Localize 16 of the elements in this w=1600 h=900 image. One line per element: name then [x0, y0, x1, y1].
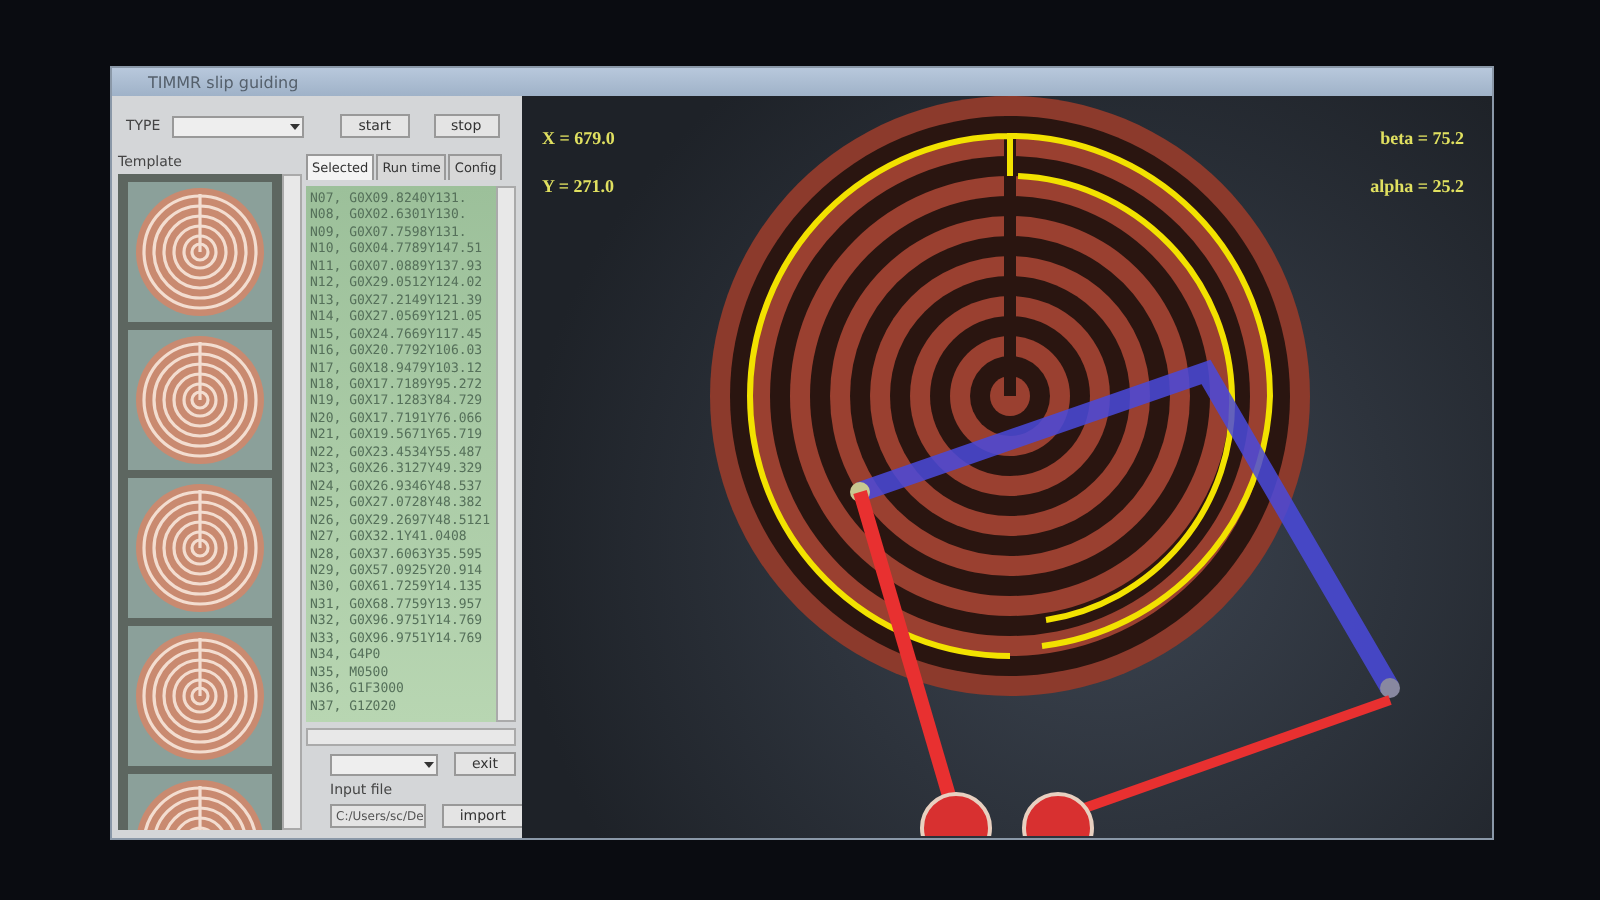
target-thumbnail-drawing[interactable] [134, 630, 266, 762]
type-dropdown[interactable] [172, 115, 305, 137]
x-readout: X = 679.0 [542, 128, 615, 148]
horizontal-scroll-bar[interactable] [306, 728, 516, 746]
y-readout: Y = 271.0 [542, 176, 615, 196]
caret-icon [288, 119, 303, 133]
target-thumbnail-drawing[interactable] [134, 186, 266, 318]
window-title: TIMMR slip guiding [112, 68, 1492, 96]
target-thumbnail-drawing[interactable] [134, 334, 266, 466]
dropdown[interactable] [330, 753, 438, 775]
scroll-bar[interactable] [496, 186, 516, 722]
caret-icon [421, 757, 436, 771]
target-thumbnail-drawing[interactable] [134, 482, 266, 614]
scroll-bar[interactable] [282, 174, 302, 830]
alpha-readout: alpha = 25.2 [1370, 176, 1464, 196]
beta-readout: beta = 75.2 [1380, 128, 1464, 148]
